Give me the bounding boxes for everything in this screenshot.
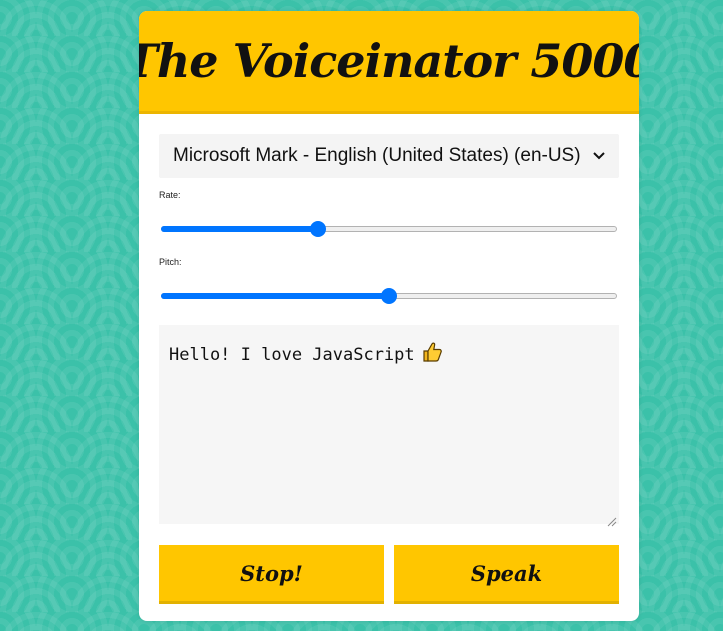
slider-fill	[161, 293, 389, 299]
voiceinator-panel: The Voiceinator 5000 Microsoft Mark - En…	[139, 11, 639, 621]
voice-select-value: Microsoft Mark - English (United States)…	[173, 145, 581, 166]
thumbs-up-icon	[421, 341, 443, 368]
pitch-label: Pitch:	[159, 257, 182, 267]
pitch-slider[interactable]	[159, 288, 619, 304]
slider-thumb[interactable]	[309, 221, 326, 237]
header: The Voiceinator 5000	[139, 11, 639, 114]
slider-thumb[interactable]	[381, 288, 397, 304]
slider-fill	[161, 226, 318, 232]
rate-slider[interactable]	[159, 221, 619, 237]
speak-button[interactable]: Speak	[394, 545, 619, 604]
message-textarea[interactable]: Hello! I love JavaScript	[159, 325, 619, 527]
resize-handle[interactable]	[607, 512, 617, 527]
voice-select[interactable]: Microsoft Mark - English (United States)…	[159, 134, 619, 178]
stop-button[interactable]: Stop!	[159, 545, 384, 604]
rate-label: Rate:	[159, 190, 181, 200]
page-title: The Voiceinator 5000	[139, 34, 639, 88]
message-text: Hello! I love JavaScript	[169, 345, 415, 365]
chevron-down-icon	[583, 146, 605, 166]
